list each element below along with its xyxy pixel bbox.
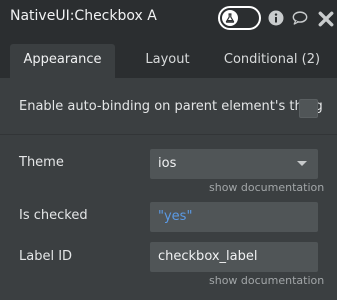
tab-layout[interactable]: Layout — [125, 44, 210, 78]
toggle-knob — [222, 10, 238, 26]
tab-conditional[interactable]: Conditional (2) — [218, 44, 326, 78]
section-divider — [0, 134, 337, 135]
label-id-field[interactable]: checkbox_label — [150, 242, 318, 272]
autobinding-label: Enable auto-binding on parent element's … — [19, 99, 323, 114]
comment-icon[interactable] — [292, 10, 308, 26]
close-icon[interactable] — [318, 11, 334, 27]
autobinding-checkbox[interactable] — [299, 99, 318, 118]
is-checked-field[interactable]: "yes" — [150, 202, 318, 232]
label-id-show-documentation-link[interactable]: show documentation — [209, 274, 324, 287]
is-checked-label: Is checked — [19, 208, 88, 223]
chevron-down-icon — [297, 161, 307, 166]
tab-appearance[interactable]: Appearance — [10, 44, 115, 78]
info-icon[interactable] — [268, 10, 284, 26]
inspector-toggle[interactable] — [218, 6, 261, 30]
theme-show-documentation-link[interactable]: show documentation — [209, 181, 324, 194]
tab-bar: Appearance Layout Conditional (2) — [0, 36, 337, 78]
label-id-label: Label ID — [19, 249, 73, 264]
theme-label: Theme — [19, 155, 64, 170]
property-editor-header: NativeUI:Checkbox A — [0, 0, 337, 36]
theme-dropdown[interactable]: ios — [150, 149, 318, 179]
element-title[interactable]: NativeUI:Checkbox A — [10, 8, 157, 24]
flask-icon — [225, 13, 235, 23]
theme-value: ios — [158, 156, 177, 171]
